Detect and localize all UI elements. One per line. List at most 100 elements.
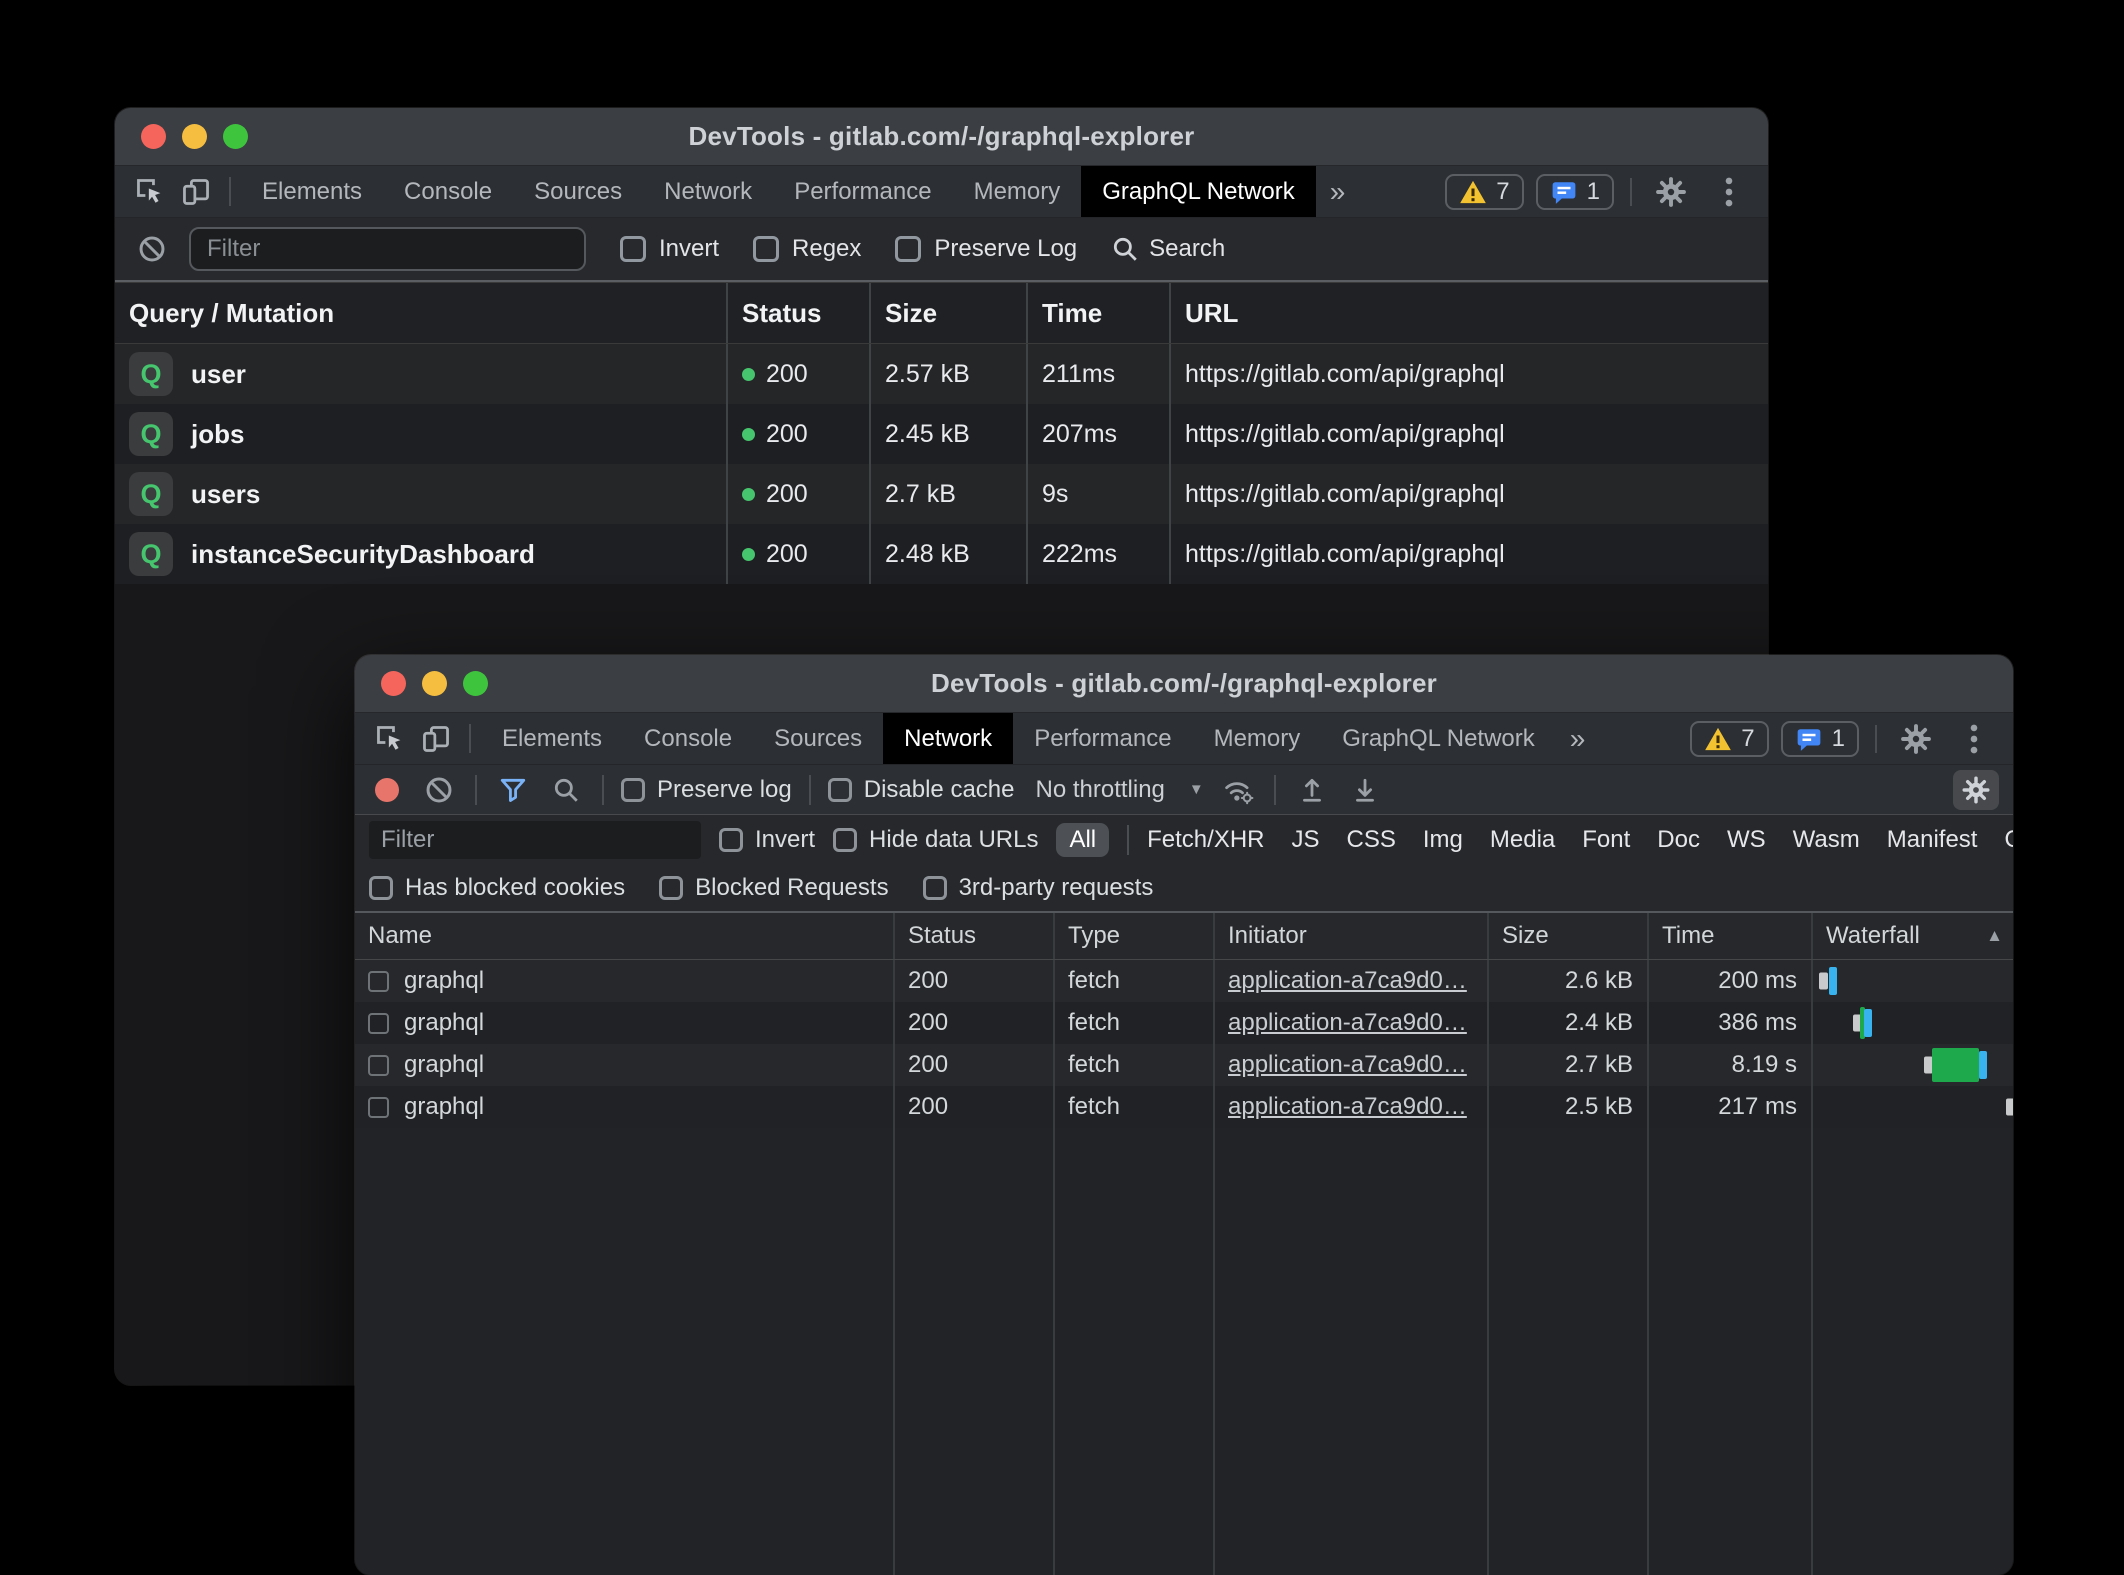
network-settings-button[interactable] [1953, 770, 1999, 810]
inspect-element-icon[interactable] [367, 713, 413, 764]
issues-badge[interactable]: 1 [1781, 721, 1859, 757]
tab-graphql-network[interactable]: GraphQL Network [1081, 166, 1316, 217]
window-titlebar[interactable]: DevTools - gitlab.com/-/graphql-explorer [355, 655, 2013, 713]
type-filter-other[interactable]: Other [2004, 826, 2013, 854]
device-toolbar-icon[interactable] [173, 166, 219, 217]
type-filter-ws[interactable]: WS [1727, 826, 1766, 854]
blocked-requests-checkbox[interactable] [659, 876, 683, 900]
invert-checkbox[interactable] [620, 236, 646, 262]
table-row[interactable]: Qjobs 200 2.45 kB 207ms https://gitlab.c… [115, 404, 1768, 464]
disable-cache-checkbox-group[interactable]: Disable cache [828, 776, 1015, 804]
network-filter-input[interactable] [369, 821, 701, 859]
tab-network[interactable]: Network [643, 166, 773, 217]
search-button[interactable]: Search [1111, 235, 1225, 263]
tab-sources[interactable]: Sources [753, 713, 883, 764]
table-row[interactable]: Qusers 200 2.7 kB 9s https://gitlab.com/… [115, 464, 1768, 524]
zoom-window-button[interactable] [463, 671, 488, 696]
preserve-log-checkbox-group[interactable]: Preserve log [621, 776, 792, 804]
kebab-menu-icon[interactable] [1951, 723, 1997, 755]
column-header-status[interactable]: Status [895, 913, 1055, 959]
table-row[interactable]: graphql 200 fetch application-a7ca9d0… 2… [355, 1086, 2013, 1128]
tab-memory[interactable]: Memory [1193, 713, 1322, 764]
issues-badge[interactable]: 1 [1536, 174, 1614, 210]
column-header-url[interactable]: URL [1171, 283, 1768, 343]
more-tabs-icon[interactable]: » [1556, 713, 1600, 764]
settings-gear-icon[interactable] [1648, 176, 1694, 208]
row-checkbox[interactable] [368, 1055, 389, 1076]
type-filter-font[interactable]: Font [1582, 826, 1630, 854]
hide-data-urls-checkbox-group[interactable]: Hide data URLs [833, 826, 1038, 854]
throttling-dropdown[interactable]: No throttling ▼ [1035, 776, 1203, 804]
row-checkbox[interactable] [368, 971, 389, 992]
type-filter-css[interactable]: CSS [1347, 826, 1396, 854]
hide-data-urls-checkbox[interactable] [833, 828, 857, 852]
column-header-size[interactable]: Size [1489, 913, 1649, 959]
has-blocked-cookies-checkbox-group[interactable]: Has blocked cookies [369, 874, 625, 902]
tab-console[interactable]: Console [383, 166, 513, 217]
table-row[interactable]: graphql 200 fetch application-a7ca9d0… 2… [355, 1044, 2013, 1086]
clear-network-log-icon[interactable] [420, 775, 458, 805]
table-row[interactable]: Quser 200 2.57 kB 211ms https://gitlab.c… [115, 344, 1768, 404]
minimize-window-button[interactable] [422, 671, 447, 696]
inspect-element-icon[interactable] [127, 166, 173, 217]
warnings-badge[interactable]: 7 [1690, 721, 1768, 757]
column-header-initiator[interactable]: Initiator [1215, 913, 1489, 959]
column-header-name[interactable]: Name [355, 913, 895, 959]
type-filter-js[interactable]: JS [1292, 826, 1320, 854]
filter-funnel-icon[interactable] [494, 776, 532, 804]
table-row[interactable]: QinstanceSecurityDashboard 200 2.48 kB 2… [115, 524, 1768, 584]
type-filter-all[interactable]: All [1056, 823, 1109, 857]
tab-memory[interactable]: Memory [953, 166, 1082, 217]
table-row[interactable]: graphql 200 fetch application-a7ca9d0… 2… [355, 1002, 2013, 1044]
tab-console[interactable]: Console [623, 713, 753, 764]
table-row[interactable]: graphql 200 fetch application-a7ca9d0… 2… [355, 960, 2013, 1002]
record-network-log-button[interactable] [375, 778, 399, 802]
device-toolbar-icon[interactable] [413, 713, 459, 764]
preserve-log-checkbox[interactable] [621, 778, 645, 802]
type-filter-wasm[interactable]: Wasm [1793, 826, 1860, 854]
window-titlebar[interactable]: DevTools - gitlab.com/-/graphql-explorer [115, 108, 1768, 166]
tab-graphql-network[interactable]: GraphQL Network [1321, 713, 1556, 764]
column-header-time[interactable]: Time [1649, 913, 1813, 959]
search-icon[interactable] [547, 776, 585, 804]
zoom-window-button[interactable] [223, 124, 248, 149]
type-filter-doc[interactable]: Doc [1657, 826, 1700, 854]
invert-checkbox-group[interactable]: Invert [620, 235, 719, 263]
clear-requests-icon[interactable] [135, 234, 169, 264]
row-checkbox[interactable] [368, 1013, 389, 1034]
preserve-log-checkbox[interactable] [895, 236, 921, 262]
tab-elements[interactable]: Elements [481, 713, 623, 764]
minimize-window-button[interactable] [182, 124, 207, 149]
tab-network[interactable]: Network [883, 713, 1013, 764]
blocked-requests-checkbox-group[interactable]: Blocked Requests [659, 874, 888, 902]
third-party-requests-checkbox-group[interactable]: 3rd-party requests [923, 874, 1154, 902]
regex-checkbox[interactable] [753, 236, 779, 262]
initiator-link[interactable]: application-a7ca9d0… [1228, 967, 1467, 995]
kebab-menu-icon[interactable] [1706, 176, 1752, 208]
initiator-link[interactable]: application-a7ca9d0… [1228, 1051, 1467, 1079]
column-header-type[interactable]: Type [1055, 913, 1215, 959]
column-header-time[interactable]: Time [1028, 283, 1171, 343]
has-blocked-cookies-checkbox[interactable] [369, 876, 393, 900]
close-window-button[interactable] [141, 124, 166, 149]
regex-checkbox-group[interactable]: Regex [753, 235, 861, 263]
tab-elements[interactable]: Elements [241, 166, 383, 217]
third-party-requests-checkbox[interactable] [923, 876, 947, 900]
column-header-waterfall[interactable]: Waterfall ▲ [1813, 913, 2013, 959]
initiator-link[interactable]: application-a7ca9d0… [1228, 1093, 1467, 1121]
invert-checkbox[interactable] [719, 828, 743, 852]
invert-checkbox-group[interactable]: Invert [719, 826, 815, 854]
import-har-icon[interactable] [1293, 776, 1331, 804]
tab-sources[interactable]: Sources [513, 166, 643, 217]
export-har-icon[interactable] [1346, 776, 1384, 804]
row-checkbox[interactable] [368, 1097, 389, 1118]
column-header-query-mutation[interactable]: Query / Mutation [115, 283, 728, 343]
column-header-status[interactable]: Status [728, 283, 871, 343]
settings-gear-icon[interactable] [1893, 723, 1939, 755]
network-conditions-icon[interactable] [1219, 775, 1257, 805]
type-filter-manifest[interactable]: Manifest [1887, 826, 1978, 854]
type-filter-img[interactable]: Img [1423, 826, 1463, 854]
initiator-link[interactable]: application-a7ca9d0… [1228, 1009, 1467, 1037]
warnings-badge[interactable]: 7 [1445, 174, 1523, 210]
disable-cache-checkbox[interactable] [828, 778, 852, 802]
